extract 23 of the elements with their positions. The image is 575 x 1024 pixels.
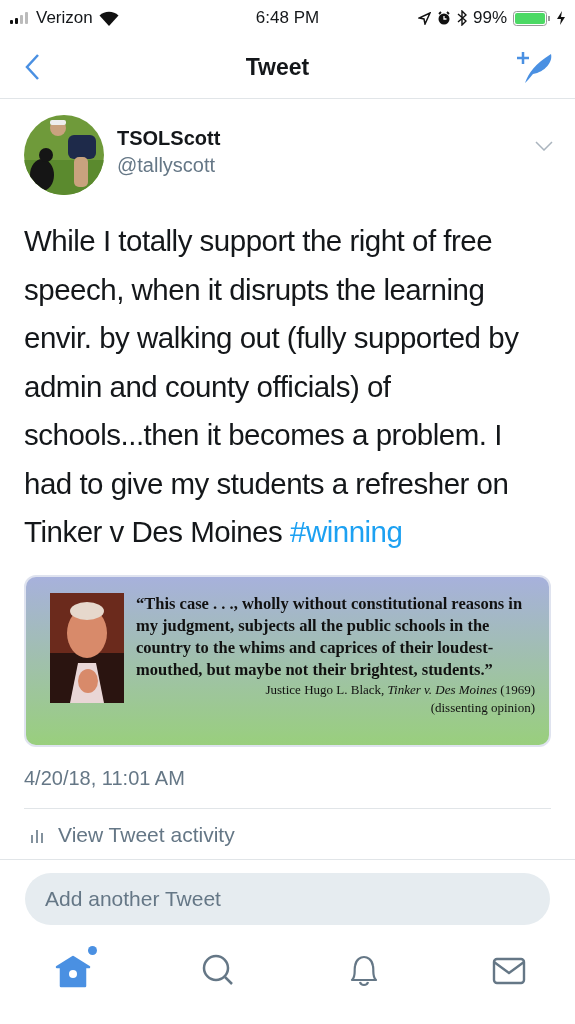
signal-icon: [10, 12, 30, 24]
tweet-text: While I totally support the right of free speech, when it disrupts the learning envir. by walking out (fully supported by admin and county officials) of schools...then it becomes a problem. I had to give my students a refresher on Tinker v Des Moines #winning: [24, 223, 520, 550]
wifi-icon: [98, 10, 119, 26]
reply-field[interactable]: Add another Tweet: [25, 872, 550, 925]
quote-note: (dissenting opinion): [430, 698, 535, 717]
quote-text: “This case . . ., wholly without constitutional reasons in my judgment, subjects all the public schools in the country to the whims and caprices of their loudest-mouthed, but maybe not their brightest, students.”: [136, 592, 524, 681]
quote-attribution: Justice Hugo L. Black, Tinker v. Des Moines (1969): [265, 680, 535, 699]
page-title: Tweet: [245, 53, 310, 81]
battery-icon: [513, 10, 551, 26]
charging-icon: [557, 11, 565, 25]
carrier-name: Verizon: [36, 8, 93, 28]
alarm-icon: [436, 11, 451, 25]
location-icon: [417, 11, 431, 25]
hashtag-link[interactable]: #winning: [289, 515, 403, 548]
battery-percent: 99%: [472, 8, 507, 28]
author-name[interactable]: TSOLScott: [117, 127, 535, 150]
author-handle[interactable]: @tallyscott: [117, 154, 535, 177]
view-activity-link[interactable]: View Tweet activity: [58, 822, 235, 847]
tweet-timestamp: 4/20/18, 11:01 AM: [24, 766, 551, 809]
bluetooth-icon: [456, 10, 467, 26]
back-button[interactable]: [24, 53, 40, 81]
status-time: 6:48 PM: [255, 8, 320, 28]
quote-image[interactable]: [24, 574, 551, 747]
